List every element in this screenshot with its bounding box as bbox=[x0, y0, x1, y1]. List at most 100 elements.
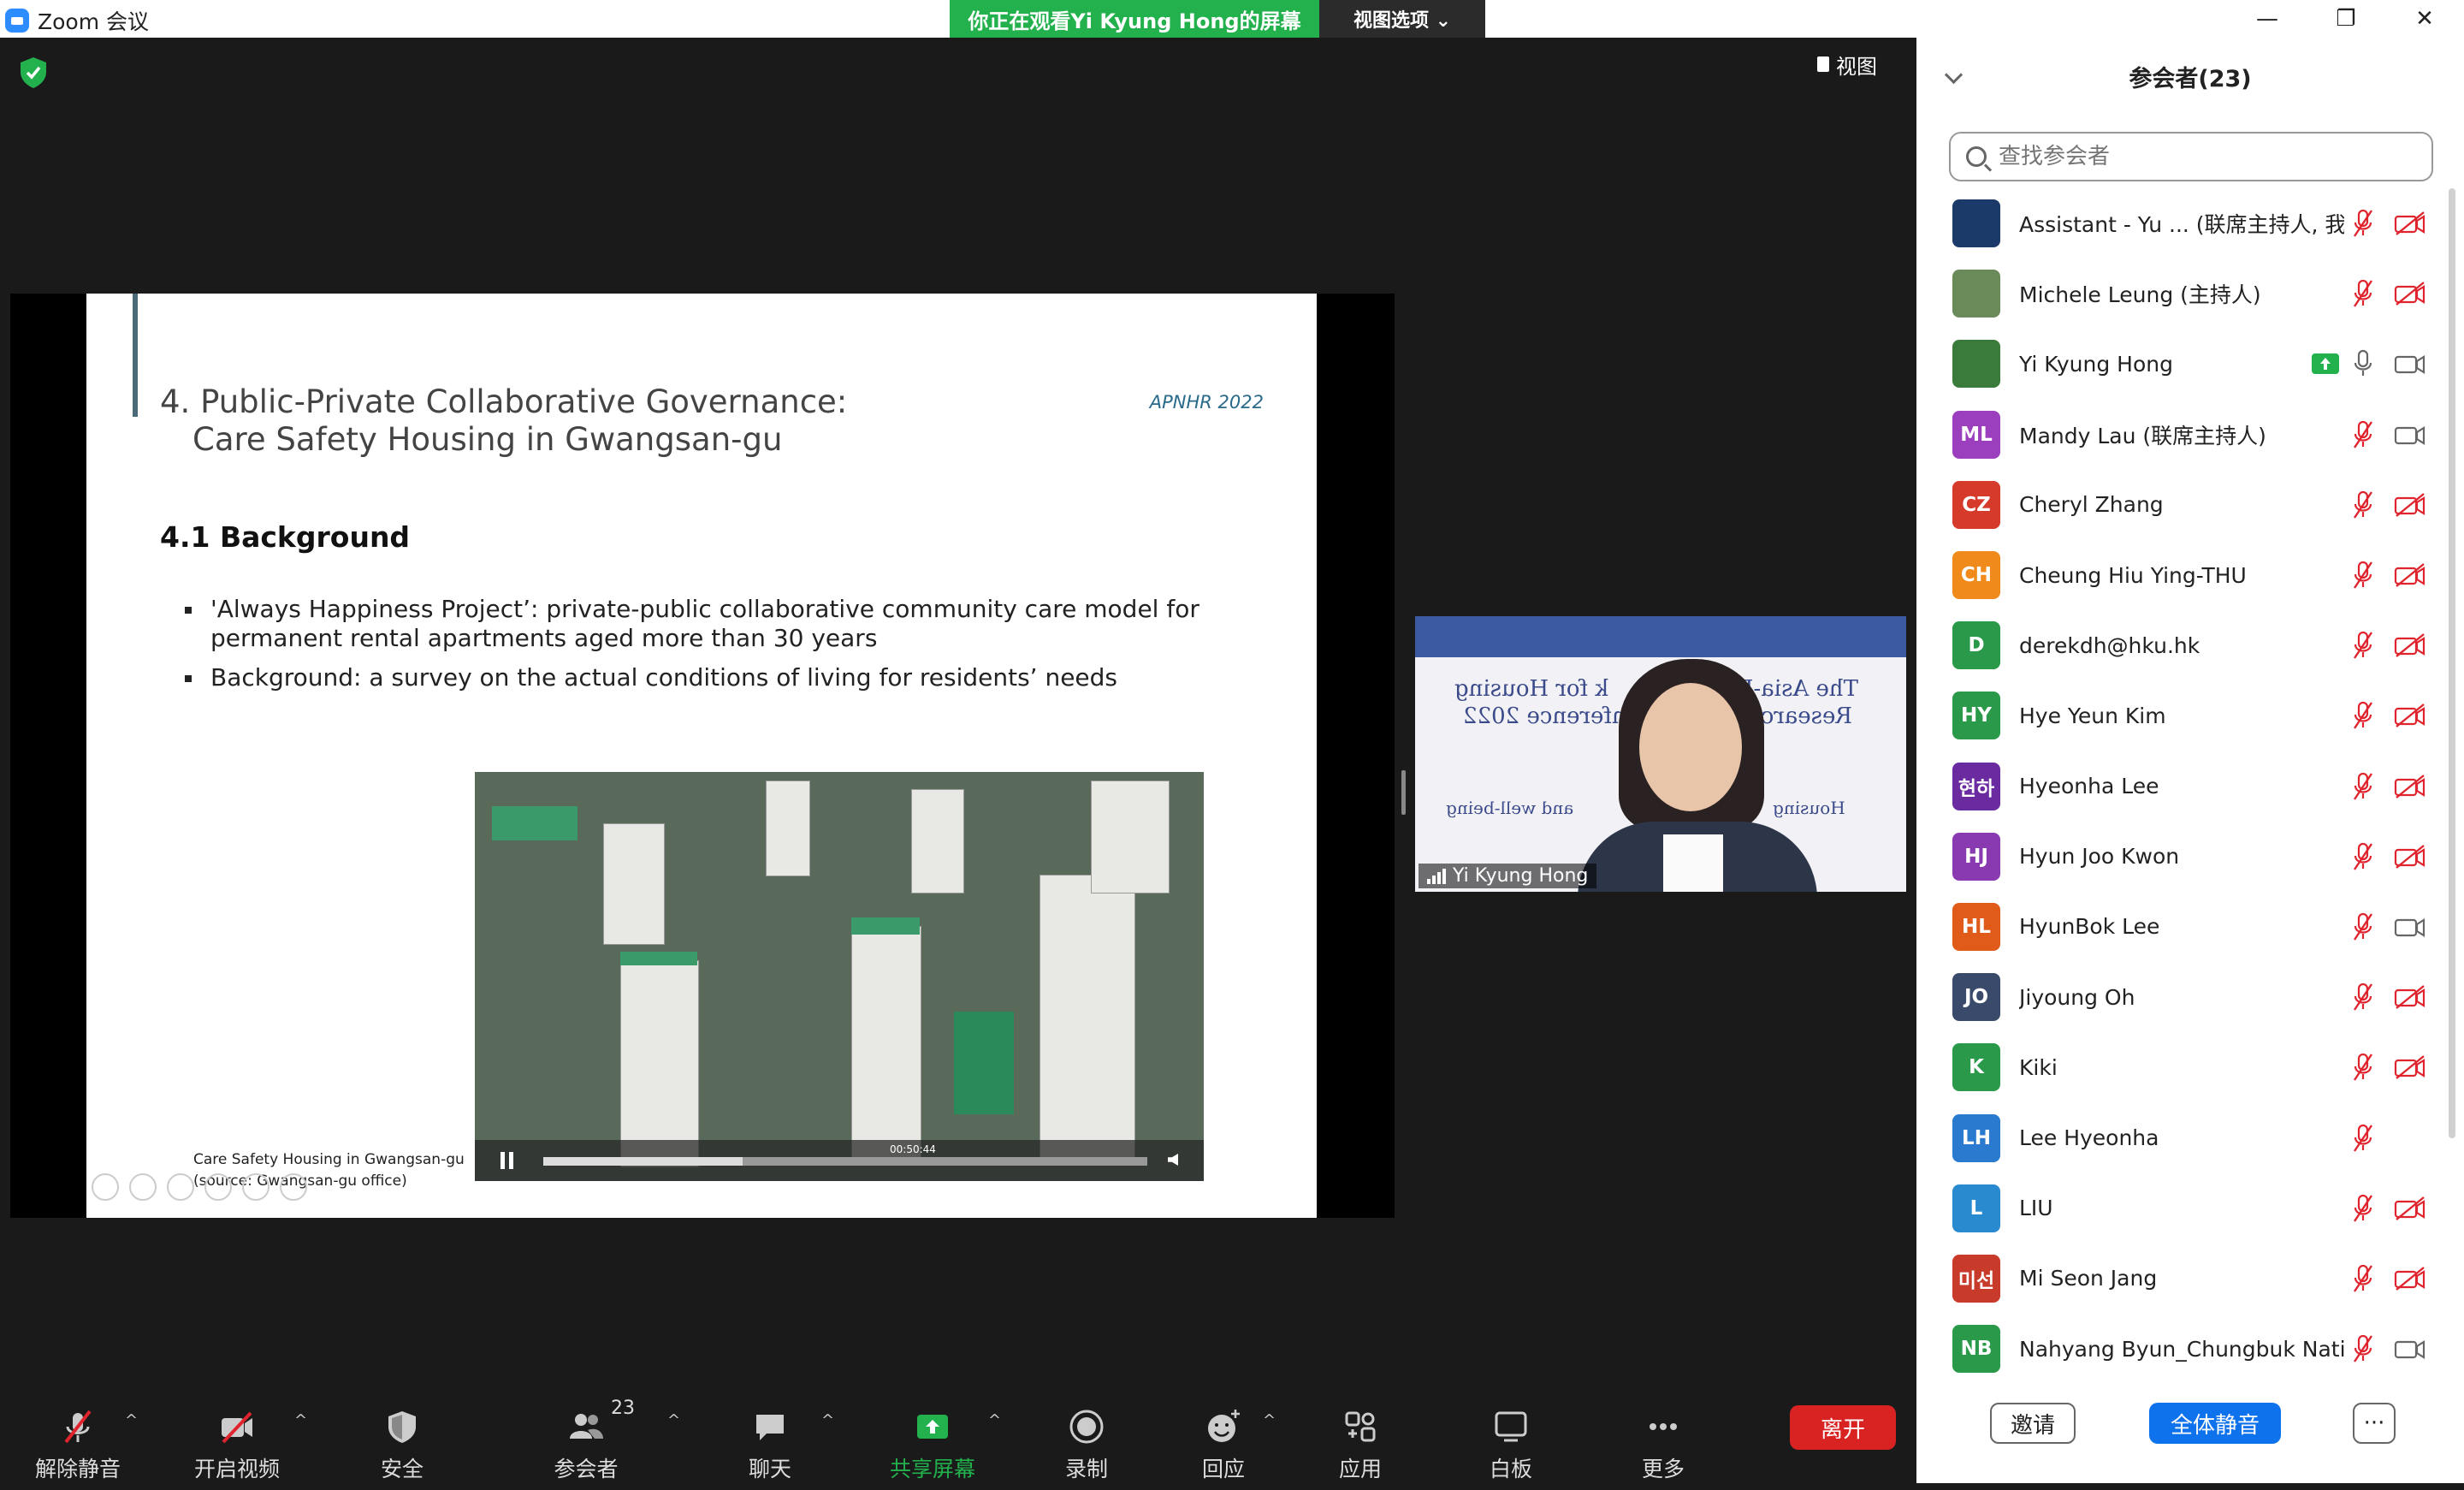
participant-row[interactable]: CZ Cheryl Zhang bbox=[1916, 470, 2447, 540]
more-button[interactable]: 更多 bbox=[1620, 1386, 1706, 1490]
mic-muted-icon[interactable] bbox=[2353, 490, 2373, 519]
mic-muted-icon[interactable] bbox=[2353, 1194, 2373, 1223]
participant-row[interactable]: HL HyunBok Lee bbox=[1916, 892, 2447, 962]
participant-row[interactable]: Dderekdh@hku.hk bbox=[1916, 610, 2447, 680]
unmute-button[interactable]: 解除静音 bbox=[31, 1386, 125, 1490]
video-off-icon[interactable] bbox=[2394, 633, 2426, 658]
share-caret-icon[interactable]: ^ bbox=[988, 1411, 1001, 1429]
video-off-icon[interactable] bbox=[2394, 774, 2426, 798]
minimize-button[interactable]: — bbox=[2228, 0, 2307, 38]
reactions-caret-icon[interactable]: ^ bbox=[1263, 1411, 1276, 1429]
participant-row[interactable]: CH Cheung Hiu Ying-THU bbox=[1916, 540, 2447, 610]
more-icon[interactable] bbox=[280, 1173, 307, 1201]
participant-row[interactable]: K Kiki bbox=[1916, 1032, 2447, 1102]
start-video-button[interactable]: 开启视频 bbox=[190, 1386, 284, 1490]
mic-muted-icon[interactable] bbox=[2353, 561, 2373, 590]
participant-row[interactable]: 미선 Mi Seon Jang bbox=[1916, 1244, 2447, 1314]
video-icon[interactable] bbox=[2394, 352, 2426, 376]
view-options-button[interactable]: 视图选项 ⌄ bbox=[1319, 0, 1485, 38]
participant-row[interactable]: JO Jiyoung Oh bbox=[1916, 962, 2447, 1032]
record-button[interactable]: 录制 bbox=[1044, 1386, 1129, 1490]
video-off-icon[interactable] bbox=[2394, 1196, 2426, 1220]
participant-search-input[interactable] bbox=[1997, 143, 2411, 170]
chat-button[interactable]: 聊天 bbox=[727, 1386, 813, 1490]
prev-slide-icon[interactable] bbox=[92, 1173, 119, 1201]
mic-muted-icon[interactable] bbox=[2353, 1124, 2373, 1153]
share-screen-button[interactable]: 共享屏幕 bbox=[886, 1386, 980, 1490]
participant-row[interactable]: Yi Kyung Hong bbox=[1916, 329, 2447, 399]
mic-muted-icon[interactable] bbox=[2353, 631, 2373, 660]
participant-row[interactable]: L LIU bbox=[1916, 1173, 2447, 1244]
view-label: 视图 bbox=[1836, 54, 1877, 79]
reactions-button[interactable]: 回应 bbox=[1181, 1386, 1266, 1490]
view-button[interactable]: 视图 bbox=[1805, 46, 1889, 82]
aerial-video[interactable]: 00:50:44 bbox=[475, 772, 1204, 1181]
leave-button[interactable]: 离开 bbox=[1790, 1405, 1896, 1450]
apps-button[interactable]: 应用 bbox=[1318, 1386, 1403, 1490]
participant-name: Nahyang Byun_Chungbuk Nati... bbox=[2019, 1336, 2344, 1362]
mic-muted-icon[interactable] bbox=[2353, 1264, 2373, 1293]
app-title-text: Zoom 会议 bbox=[38, 9, 150, 34]
restore-button[interactable]: ❐ bbox=[2307, 0, 2385, 38]
whiteboard-button[interactable]: 白板 bbox=[1468, 1386, 1554, 1490]
video-off-icon[interactable] bbox=[2394, 844, 2426, 869]
close-button[interactable]: ✕ bbox=[2385, 0, 2464, 38]
participant-row[interactable]: Assistant - Yu ... (联席主持人, 我) bbox=[1916, 188, 2447, 258]
mic-muted-icon[interactable] bbox=[2353, 701, 2373, 730]
pen-icon[interactable] bbox=[167, 1173, 194, 1201]
video-roof bbox=[620, 952, 697, 965]
mic-icon[interactable] bbox=[2353, 349, 2373, 378]
video-icon[interactable] bbox=[2394, 1337, 2426, 1361]
chat-caret-icon[interactable]: ^ bbox=[821, 1411, 834, 1429]
invite-button[interactable]: 邀请 bbox=[1990, 1403, 2076, 1444]
video-off-icon[interactable] bbox=[2394, 703, 2426, 728]
video-icon[interactable] bbox=[2394, 423, 2426, 447]
participant-row[interactable]: HY Hye Yeun Kim bbox=[1916, 680, 2447, 751]
participant-row[interactable]: 현하 Hyeonha Lee bbox=[1916, 751, 2447, 822]
mic-muted-icon[interactable] bbox=[2353, 209, 2373, 238]
mic-muted-icon[interactable] bbox=[2353, 1053, 2373, 1082]
slides-icon[interactable] bbox=[204, 1173, 232, 1201]
share-screen-label: 共享屏幕 bbox=[889, 1457, 975, 1481]
participants-caret-icon[interactable]: ^ bbox=[667, 1411, 680, 1429]
video-icon[interactable] bbox=[2394, 915, 2426, 939]
participant-row[interactable]: Michele Leung (主持人) bbox=[1916, 258, 2447, 329]
panel-splitter-handle[interactable] bbox=[1401, 770, 1406, 815]
security-button[interactable]: 安全 bbox=[359, 1386, 445, 1490]
pause-icon[interactable] bbox=[500, 1152, 514, 1169]
mic-muted-icon[interactable] bbox=[2353, 842, 2373, 871]
video-off-icon[interactable] bbox=[2394, 211, 2426, 236]
video-off-icon[interactable] bbox=[2394, 492, 2426, 517]
mic-muted-icon[interactable] bbox=[2353, 772, 2373, 801]
participant-row[interactable]: ML Mandy Lau (联席主持人) bbox=[1916, 400, 2447, 470]
participant-avatar: ML bbox=[1952, 410, 2000, 459]
video-off-icon[interactable] bbox=[2394, 282, 2426, 306]
security-shield-icon[interactable] bbox=[19, 56, 48, 89]
video-options-caret-icon[interactable]: ^ bbox=[294, 1411, 307, 1429]
panel-more-button[interactable]: ··· bbox=[2353, 1403, 2396, 1444]
mic-muted-icon[interactable] bbox=[2353, 279, 2373, 308]
participant-list-scrollbar[interactable] bbox=[2449, 188, 2455, 1138]
participant-row[interactable]: HJ Hyun Joo Kwon bbox=[1916, 822, 2447, 892]
participant-name: Kiki bbox=[2019, 1054, 2058, 1080]
mute-all-button[interactable]: 全体静音 bbox=[2149, 1403, 2281, 1444]
mic-muted-icon[interactable] bbox=[2353, 420, 2373, 449]
participant-search[interactable] bbox=[1949, 132, 2433, 181]
participant-row[interactable]: LH Lee Hyeonha bbox=[1916, 1102, 2447, 1172]
zoom-icon[interactable] bbox=[242, 1173, 270, 1201]
slide-bullet: 'Always Happiness Project’: private-publ… bbox=[185, 595, 1237, 653]
video-off-icon[interactable] bbox=[2394, 1055, 2426, 1080]
video-seek-bar[interactable]: 00:50:44 bbox=[543, 1143, 1147, 1166]
mic-muted-icon[interactable] bbox=[2353, 1334, 2373, 1363]
mic-muted-icon[interactable] bbox=[2353, 982, 2373, 1012]
mic-muted-icon[interactable] bbox=[2353, 912, 2373, 941]
next-slide-icon[interactable] bbox=[129, 1173, 157, 1201]
audio-options-caret-icon[interactable]: ^ bbox=[125, 1411, 138, 1429]
volume-icon[interactable] bbox=[1168, 1154, 1178, 1166]
participant-name: Mandy Lau (联席主持人) bbox=[2019, 423, 2266, 448]
video-off-icon[interactable] bbox=[2394, 985, 2426, 1010]
participant-row[interactable]: NB Nahyang Byun_Chungbuk Nati... bbox=[1916, 1314, 2447, 1384]
speaker-video[interactable]: The Asia-P k for Housing Research nferen… bbox=[1415, 616, 1906, 892]
video-off-icon[interactable] bbox=[2394, 1266, 2426, 1291]
video-off-icon[interactable] bbox=[2394, 563, 2426, 587]
